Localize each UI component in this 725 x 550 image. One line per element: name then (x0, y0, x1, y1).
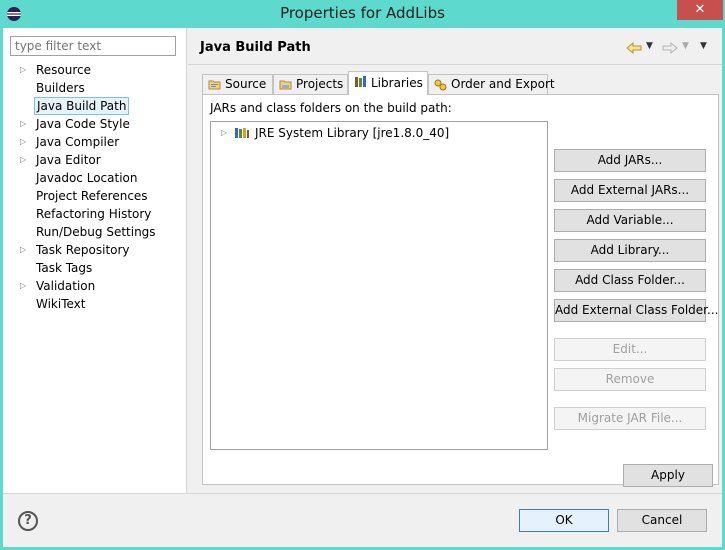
tab-label: Source (225, 77, 267, 91)
add-class-folder-button[interactable]: Add Class Folder... (554, 269, 706, 292)
ok-button[interactable]: OK (519, 509, 609, 532)
tree-item-task-tags[interactable]: Task Tags (3, 259, 187, 277)
expand-arrow-icon[interactable]: ▷ (20, 133, 30, 151)
tree-item-java-code-style[interactable]: ▷ Java Code Style (3, 115, 187, 133)
tree-item-java-editor[interactable]: ▷ Java Editor (3, 151, 187, 169)
view-menu-icon[interactable]: ▼ (700, 41, 707, 51)
tree-item-label: Java Compiler (36, 135, 120, 149)
tree-item-project-references[interactable]: Project References (3, 187, 187, 205)
tree-item-validation[interactable]: ▷ Validation (3, 277, 187, 295)
tree-item-label: Task Tags (36, 261, 93, 275)
apply-button[interactable]: Apply (623, 464, 713, 487)
property-tree: ▷ Resource Builders Java Build Path ▷ Ja… (3, 61, 187, 313)
tree-item-label: Refactoring History (36, 207, 152, 221)
cancel-button[interactable]: Cancel (617, 509, 707, 532)
close-button[interactable]: ✕ (677, 0, 723, 20)
tab-projects[interactable]: Projects (273, 74, 348, 95)
expand-arrow-icon[interactable]: ▷ (20, 241, 30, 259)
source-folder-icon (208, 80, 221, 90)
back-arrow-icon[interactable] (626, 42, 642, 54)
expand-arrow-icon[interactable]: ▷ (20, 277, 30, 295)
tree-item-label: Builders (36, 81, 85, 95)
tree-item-label: Java Editor (36, 153, 101, 167)
page-title: Java Build Path (200, 40, 311, 55)
tab-label: Libraries (371, 76, 423, 90)
tree-item-run-debug-settings[interactable]: Run/Debug Settings (3, 223, 187, 241)
edit-button[interactable]: Edit... (554, 338, 706, 361)
add-external-jars-button[interactable]: Add External JARs... (554, 179, 706, 202)
header-divider (188, 64, 722, 65)
add-jars-button[interactable]: Add JARs... (554, 149, 706, 172)
tree-item-label: Java Build Path (34, 97, 130, 115)
add-library-button[interactable]: Add Library... (554, 239, 706, 262)
projects-folder-icon (279, 80, 292, 90)
property-page: Java Build Path ▼ ▼ ▼ Source Projects Li… (188, 28, 722, 493)
jre-library-icon (235, 128, 249, 138)
expand-arrow-icon[interactable]: ▷ (20, 115, 30, 133)
tab-label: Order and Export (451, 77, 555, 91)
properties-window: Properties for AddLibs ✕ ▷ Resource Buil… (0, 0, 725, 550)
tree-item-label: Validation (36, 279, 96, 293)
library-entry-label: JRE System Library [jre1.8.0_40] (255, 126, 450, 140)
add-variable-button[interactable]: Add Variable... (554, 209, 706, 232)
tree-item-label: Run/Debug Settings (36, 225, 156, 239)
title-bar[interactable]: Properties for AddLibs ✕ (0, 0, 725, 28)
tree-item-refactoring-history[interactable]: Refactoring History (3, 205, 187, 223)
tree-item-label: WikiText (36, 297, 86, 311)
libraries-panel: JARs and class folders on the build path… (202, 94, 719, 485)
back-dropdown-icon[interactable]: ▼ (646, 41, 653, 51)
tree-item-resource[interactable]: ▷ Resource (3, 61, 187, 79)
tab-label: Projects (296, 77, 344, 91)
tree-item-label: Javadoc Location (36, 171, 138, 185)
window-title: Properties for AddLibs (280, 4, 445, 22)
dialog-footer: ? OK Cancel (3, 493, 722, 547)
tree-item-task-repository[interactable]: ▷ Task Repository (3, 241, 187, 259)
help-icon[interactable]: ? (18, 511, 38, 531)
tab-libraries[interactable]: Libraries (348, 71, 428, 95)
expand-arrow-icon[interactable]: ▷ (221, 124, 227, 142)
tree-item-label: Resource (36, 63, 92, 77)
property-nav: ▷ Resource Builders Java Build Path ▷ Ja… (3, 28, 187, 493)
order-export-icon (434, 79, 447, 91)
filter-input[interactable] (10, 36, 176, 56)
dialog-body: ▷ Resource Builders Java Build Path ▷ Ja… (3, 28, 722, 547)
libraries-caption: JARs and class folders on the build path… (210, 101, 452, 115)
tree-item-builders[interactable]: Builders (3, 79, 187, 97)
tree-item-javadoc-location[interactable]: Javadoc Location (3, 169, 187, 187)
add-external-class-folder-button[interactable]: Add External Class Folder... (554, 299, 718, 322)
tree-item-java-build-path[interactable]: Java Build Path (3, 97, 187, 115)
forward-dropdown-icon[interactable]: ▼ (682, 41, 689, 51)
tree-item-label: Java Code Style (36, 117, 130, 131)
tree-item-label: Task Repository (36, 243, 130, 257)
tree-item-java-compiler[interactable]: ▷ Java Compiler (3, 133, 187, 151)
tree-item-wikitext[interactable]: WikiText (3, 295, 187, 313)
remove-button[interactable]: Remove (554, 368, 706, 391)
tree-item-label: Project References (36, 189, 148, 203)
forward-arrow-icon[interactable] (662, 42, 678, 54)
migrate-jar-button[interactable]: Migrate JAR File... (554, 407, 706, 430)
tab-source[interactable]: Source (202, 74, 273, 95)
libraries-tree[interactable]: ▷ JRE System Library [jre1.8.0_40] (210, 121, 548, 450)
libraries-icon (355, 76, 366, 87)
tab-order-and-export[interactable]: Order and Export (428, 74, 555, 95)
expand-arrow-icon[interactable]: ▷ (20, 61, 30, 79)
expand-arrow-icon[interactable]: ▷ (20, 151, 30, 169)
list-item[interactable]: ▷ JRE System Library [jre1.8.0_40] (211, 124, 541, 142)
history-navigation: ▼ ▼ ▼ (612, 40, 712, 56)
